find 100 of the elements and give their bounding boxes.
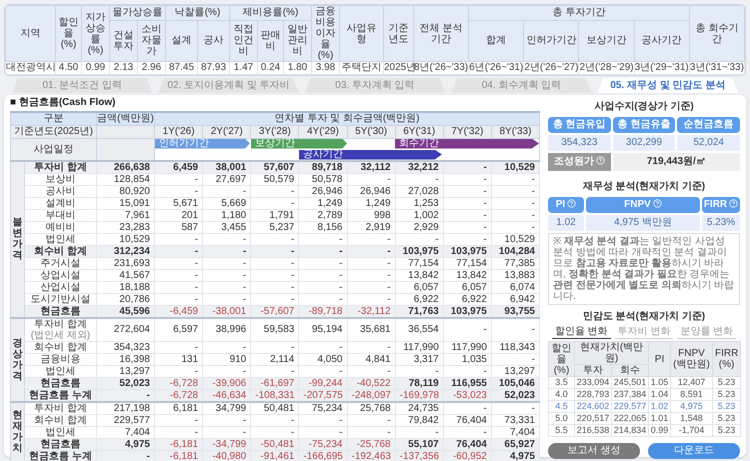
row-label: 예비비 [44,222,76,232]
table-cell: - [154,173,203,185]
table-cell: - [202,414,251,426]
table-cell: 1.04 [648,388,671,400]
column-header: 합계 [468,20,524,62]
help-icon[interactable] [596,156,605,165]
column-header: 6Y('31) [395,125,444,138]
tab[interactable]: 분양률 변화 [677,325,736,339]
table-cell: - [443,318,492,341]
table-cell: -75,234 [298,438,347,450]
metric-header: 총 현금유입 [548,117,611,133]
table-cell: - [491,353,540,365]
table-cell: -25,768 [347,438,396,450]
table-cell: 3,455 [202,221,251,233]
table-cell: - [298,281,347,293]
table-cell: 587 [154,221,203,233]
group-label: 현재가치 [12,410,22,454]
table-cell: - [395,365,444,377]
table-cell: 55,107 [395,438,444,450]
table-cell: 6,057 [395,281,444,293]
metric-value: 4,975 백만원 [586,215,700,231]
table-cell: 57,607 [250,160,299,173]
table-cell: 0.99 [648,424,671,436]
table-cell: 대전광역시 [6,62,56,74]
table-cell: 312,234 [96,245,154,257]
step-tab[interactable]: 05. 재무성 및 민감도 분석 [598,78,738,93]
column-header: FNPV (백만원) [670,342,713,376]
help-icon[interactable] [729,199,738,208]
step-tab[interactable]: 03. 투자계획 입력 [304,78,446,93]
table-cell: 245,501 [612,376,649,388]
table-cell: - [202,257,251,269]
table-cell: 20,786 [96,293,154,305]
table-cell: 1,180 [202,209,251,221]
metric-header: 총 현금유출 [612,117,676,133]
table-cell: 26,946 [298,185,347,197]
table-cell: - [202,281,251,293]
table-cell: 1,249 [347,197,396,209]
table-cell: 80,920 [96,185,154,197]
table-cell: 3.5 [548,376,574,388]
column-header: 제비용률(%) [230,6,312,20]
table-cell: 27,697 [202,173,251,185]
table-cell: - [250,426,299,438]
row-label: 법인세 [44,426,76,438]
table-cell: 25,768 [347,402,396,414]
table-cell: 272,604 [96,318,154,341]
step-tab[interactable]: 02. 토지이용계획 및 투자비 [158,78,299,93]
row-label: 회수비 합계 [33,246,88,256]
table-cell: 6,922 [395,293,444,305]
table-cell: 117,990 [443,341,492,353]
metric-header: FNPV [624,199,651,210]
metric-header: PI [556,199,566,210]
row-header: 기준년도(2025년) [10,125,96,138]
table-cell: 13,297 [96,365,154,377]
table-cell: - [347,414,396,426]
step-tab[interactable]: 01. 분석조건 입력 [12,78,152,93]
table-cell: 2025년 [384,62,414,74]
column-header: 직접인건비 [230,20,258,62]
table-cell: 8,156 [298,221,347,233]
section-title: 재무성 분석(현재가치 기준) [582,181,706,193]
table-cell: 910 [202,353,251,365]
table-cell: - [154,414,203,426]
table-cell: 228,793 [574,388,612,400]
table-cell: 24,735 [395,402,444,414]
row-label: 금융비용 [40,354,82,364]
table-cell: 79,842 [395,414,444,426]
table-cell: - [298,365,347,377]
table-cell: 231,693 [96,257,154,269]
action-button[interactable]: 보고서 생성 [548,443,640,459]
table-cell: 13,297 [491,365,540,377]
table-cell: 1,548 [670,412,713,424]
table-cell: 117,990 [395,341,444,353]
table-cell: - [443,160,492,173]
table-cell: -40,522 [347,377,396,389]
table-cell: 6,942 [491,293,540,305]
table-cell: 216,538 [574,424,612,436]
schedule-bar: 보상기간 [251,138,347,148]
step-tab[interactable]: 04. 회수계획 입력 [451,78,592,93]
column-header: 할인율 (%) [548,342,574,376]
help-icon[interactable] [567,199,576,208]
table-cell: 5.23 [712,376,741,388]
column-header: 일반관리비 [284,20,312,62]
column-header: 현재가치(백만원) [574,342,649,364]
help-icon[interactable] [652,199,662,208]
row-label: 현금흐름 [40,378,82,388]
table-cell: 237,384 [612,388,649,400]
action-button[interactable]: 다운로드 [648,443,740,459]
table-cell: 354,323 [96,341,154,353]
tab[interactable]: 할인율 변화 [552,325,611,339]
table-cell: 229,577 [612,400,649,412]
table-cell: 5.23 [712,388,741,400]
tab[interactable]: 투자비 변화 [614,325,674,339]
table-cell: 65,927 [491,438,540,450]
row-label: 상업시설 [40,270,82,280]
table-cell: 7,961 [96,209,154,221]
schedule-bar: 회수기간 [395,138,539,148]
column-header: 2Y('27) [202,125,251,138]
table-cell: - [491,318,540,341]
table-cell: 1,253 [395,197,444,209]
table-cell: - [154,426,203,438]
column-header: 금액(백만원) [96,112,154,125]
